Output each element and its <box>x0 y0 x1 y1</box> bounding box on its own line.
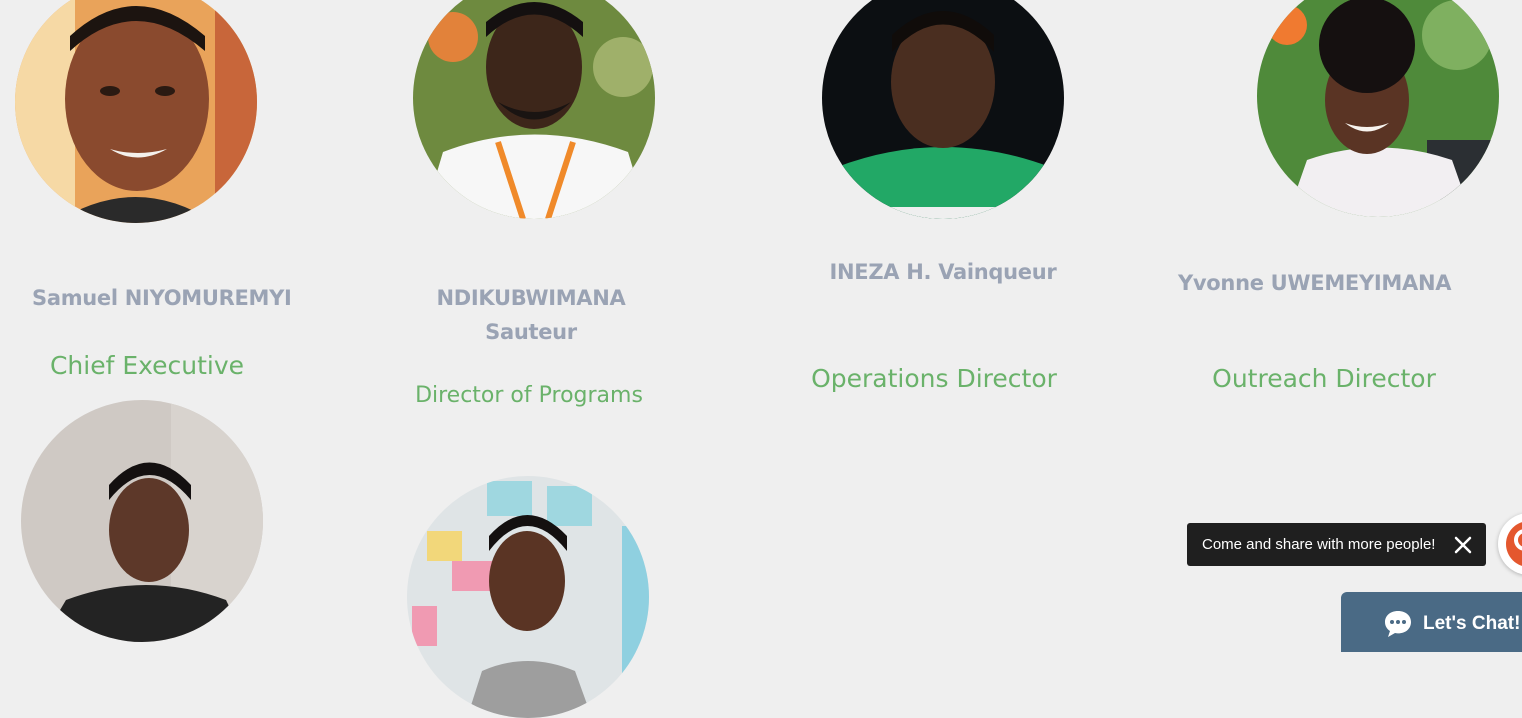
chat-button-label: Let's Chat! <box>1423 613 1521 634</box>
team-photo-samuel <box>15 0 257 223</box>
share-icon <box>1506 521 1522 567</box>
team-member-role-samuel: Chief Executive <box>49 351 245 380</box>
team-member-name-ndikubwimana-line2: Sauteur <box>485 320 577 344</box>
team-member-name-ineza: INEZA H. Vainqueur <box>829 260 1057 284</box>
team-member-name-samuel: Samuel NIYOMUREMYI <box>32 286 292 310</box>
team-photo-ineza <box>822 0 1064 219</box>
team-member-role-ndikubwimana: Director of Programs <box>415 383 643 408</box>
share-toast: Come and share with more people! <box>1187 523 1486 566</box>
team-member-name-ndikubwimana: NDIKUBWIMANA <box>436 286 626 310</box>
team-photo-ndikubwimana <box>413 0 655 219</box>
chat-bubble-icon <box>1383 608 1413 638</box>
close-icon[interactable] <box>1452 534 1474 556</box>
team-member-role-yvonne: Outreach Director <box>1212 364 1436 393</box>
team-photo-sixth-member <box>407 476 649 718</box>
lets-chat-button[interactable]: Let's Chat! <box>1341 592 1522 652</box>
team-photo-fifth-member <box>21 400 263 642</box>
share-toast-message: Come and share with more people! <box>1202 536 1436 553</box>
team-photo-yvonne <box>1257 0 1499 217</box>
share-widget-button[interactable] <box>1498 513 1522 575</box>
team-member-role-ineza: Operations Director <box>811 364 1057 393</box>
team-member-name-yvonne: Yvonne UWEMEYIMANA <box>1178 271 1452 295</box>
